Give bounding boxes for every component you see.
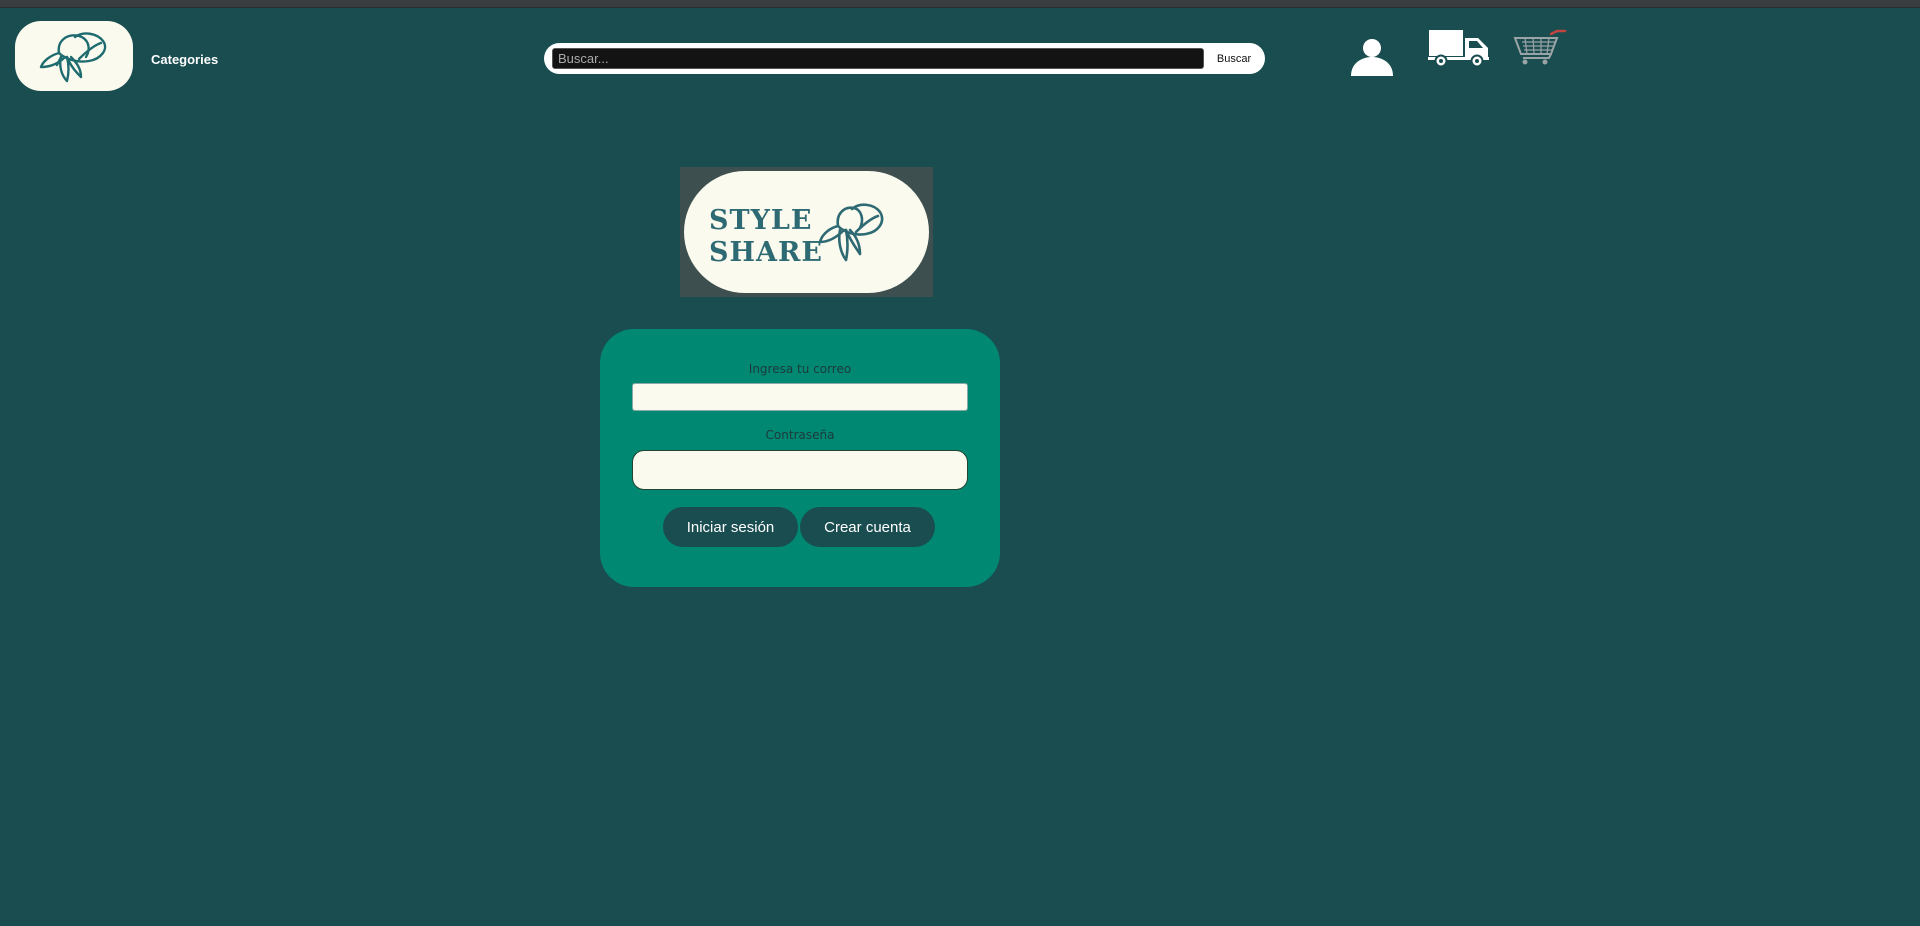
hat-logo-icon <box>818 203 884 262</box>
user-icon[interactable] <box>1349 36 1395 76</box>
brand-line2: SHARE <box>709 237 823 268</box>
brand-logo-frame: STYLE SHARE <box>680 167 933 297</box>
hat-logo-icon <box>39 32 107 83</box>
search-input[interactable] <box>552 48 1204 69</box>
email-label: Ingresa tu correo <box>748 362 852 376</box>
truck-icon[interactable] <box>1428 28 1491 68</box>
login-card: Ingresa tu correo Contraseña Iniciar ses… <box>600 329 1000 587</box>
cart-icon[interactable] <box>1511 28 1567 66</box>
browser-top-bar <box>0 0 1920 8</box>
email-field[interactable] <box>632 383 968 411</box>
categories-link[interactable]: Categories <box>151 52 218 67</box>
brand-logo: STYLE SHARE <box>684 171 929 293</box>
password-label: Contraseña <box>765 428 835 442</box>
create-account-button[interactable]: Crear cuenta <box>800 507 935 547</box>
search-bar: Buscar <box>544 43 1265 74</box>
brand-line1: STYLE <box>709 205 812 236</box>
search-button[interactable]: Buscar <box>1206 48 1262 69</box>
home-logo-link[interactable] <box>15 21 133 91</box>
password-field[interactable] <box>632 450 968 490</box>
login-button[interactable]: Iniciar sesión <box>663 507 798 547</box>
